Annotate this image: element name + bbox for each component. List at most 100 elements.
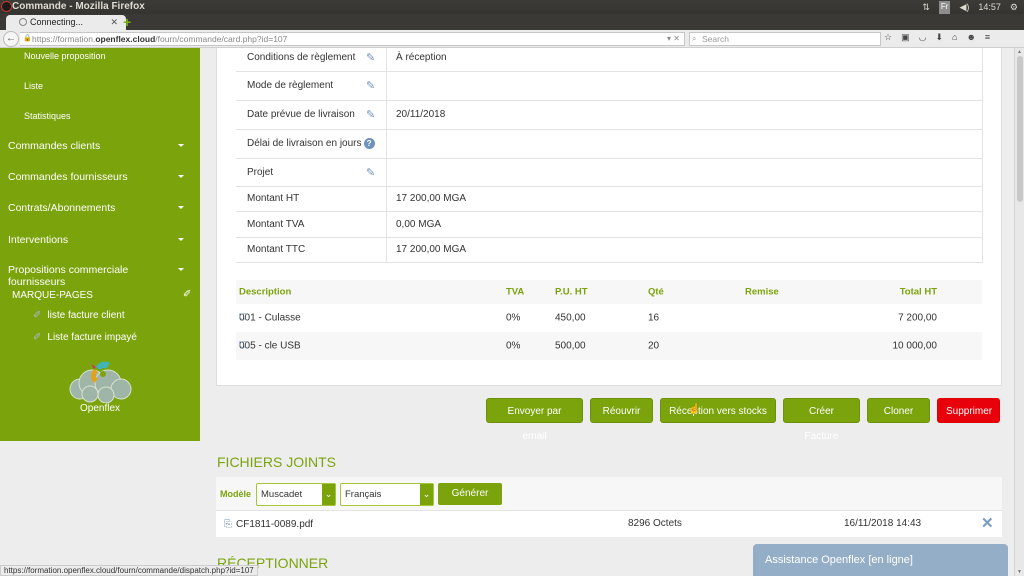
field-label: Délai de livraison en jours?	[247, 138, 375, 149]
product-label: 005 - cle USB	[239, 340, 301, 352]
field-row: Mode de règlement ✎	[236, 72, 982, 101]
bookmark-star-icon[interactable]: ☆	[884, 32, 892, 43]
product-icon: ⛉	[239, 340, 247, 352]
scrollbar-thumb[interactable]	[1017, 56, 1023, 202]
help-icon[interactable]: ?	[363, 138, 375, 149]
bookmark-item[interactable]: ✐ liste facture client	[33, 310, 125, 321]
bookmark-icon: ✐	[33, 310, 42, 321]
cell-description[interactable]: ⛉ 001 - Culasse	[239, 313, 301, 324]
keyboard-layout-indicator[interactable]: Fr	[938, 1, 951, 14]
toolbar-icons: ☆ ▣ ◡ ⬇ ⌂ ☻ ≡	[884, 32, 990, 43]
file-link[interactable]: ⎘ CF1811-0089.pdf	[224, 519, 313, 530]
col-pu-ht: P.U. HT	[555, 286, 588, 298]
mouse-cursor-icon: ☝	[688, 404, 701, 415]
clone-button[interactable]: Cloner	[867, 398, 930, 423]
bookmark-item[interactable]: ✐ Liste facture impayé	[33, 332, 137, 343]
network-icon[interactable]: ⇅	[922, 0, 930, 14]
cell-pu-ht: 450,00	[555, 312, 586, 324]
cell-description[interactable]: ⛉ 005 - cle USB	[239, 341, 301, 352]
url-bar[interactable]: 🔒 https://formation.openflex.cloud/fourn…	[20, 32, 685, 46]
sidebar-menu-commandes-fournisseurs[interactable]: Commandes fournisseurs	[8, 171, 188, 183]
status-bar-url: https://formation.openflex.cloud/fourn/c…	[0, 565, 258, 576]
cell-qte: 20	[648, 340, 660, 352]
url-dropdown-icon[interactable]: ▾ ✕	[667, 33, 680, 45]
send-email-button[interactable]: Envoyer par email	[486, 398, 583, 442]
field-value: 0,00 MGA	[396, 219, 442, 230]
sidebar-menu-commandes-clients[interactable]: Commandes clients	[8, 140, 188, 152]
field-value: 20/11/2018	[396, 109, 446, 120]
field-row: Date prévue de livraison ✎ 20/11/2018	[236, 101, 982, 130]
search-input[interactable]: ⌕ Search	[689, 32, 881, 46]
edit-pencil-icon[interactable]: ✎	[366, 79, 375, 92]
field-label: Projet	[247, 167, 274, 178]
power-icon[interactable]: ⚙	[1010, 0, 1018, 14]
sidebar-menu-propositions-fournisseurs[interactable]: Propositions commerciale fournisseurs	[8, 264, 188, 288]
field-row: Montant TTC 17 200,00 MGA	[236, 238, 982, 263]
field-row: Montant TVA 0,00 MGA	[236, 212, 982, 238]
download-icon[interactable]: ⬇	[935, 32, 943, 43]
search-icon: ⌕	[692, 34, 697, 43]
col-qte: Qté	[648, 286, 664, 298]
browser-tab[interactable]: Connecting... ✕	[6, 15, 126, 30]
menu-icon[interactable]: ≡	[985, 32, 990, 43]
chat-assistance-widget[interactable]: Assistance Openflex [en ligne]	[753, 544, 1008, 576]
sidebar-item-liste[interactable]: Liste	[24, 81, 43, 91]
order-card: Conditions de règlement ✎ À réception Mode…	[216, 48, 1002, 386]
edit-pencil-icon[interactable]: ✎	[366, 108, 375, 121]
window-title: Commande - Mozilla Firefox	[12, 1, 145, 12]
bookmark-icon[interactable]: ✐	[183, 289, 191, 300]
create-invoice-button[interactable]: Créer Facture	[783, 398, 860, 442]
file-date: 16/11/2018 14:43	[844, 518, 922, 529]
order-lines-table: Description TVA P.U. HT Qté Remise Total…	[236, 280, 982, 360]
menu-label: Commandes fournisseurs	[8, 171, 128, 183]
generate-button[interactable]: Générer	[438, 483, 502, 505]
receive-stock-button[interactable]: Réception vers stocks	[660, 398, 776, 423]
language-select[interactable]: Français ⌄	[340, 483, 434, 506]
action-buttons: Envoyer par email Réouvrir Réception ver…	[486, 398, 1000, 442]
edit-pencil-icon[interactable]: ✎	[366, 166, 375, 179]
search-placeholder: Search	[702, 34, 729, 44]
attachments-title: FICHIERS JOINTS	[217, 454, 337, 470]
edit-pencil-icon[interactable]: ✎	[366, 51, 375, 64]
loading-spinner-icon	[19, 18, 27, 26]
chevron-down-icon	[178, 175, 184, 178]
delete-file-icon[interactable]: ✕	[981, 514, 994, 532]
sidebar-item-statistiques[interactable]: Statistiques	[24, 111, 71, 121]
chevron-down-icon	[178, 268, 184, 271]
delete-button[interactable]: Supprimer	[937, 398, 1000, 423]
field-row: Projet ✎	[236, 159, 982, 187]
table-row[interactable]: ⛉ 005 - cle USB 0% 500,00 20 10 000,00	[236, 332, 982, 360]
firefox-logo-icon	[1, 1, 12, 12]
pocket-icon[interactable]: ◡	[919, 32, 927, 43]
home-icon[interactable]: ⌂	[952, 32, 957, 43]
sidebar-menu-interventions[interactable]: Interventions	[8, 234, 188, 246]
field-value: À réception	[396, 52, 447, 63]
url-prefix: https://formation.	[32, 34, 96, 44]
model-label: Modèle	[220, 489, 252, 499]
bookmarks-title: MARQUE-PAGES	[12, 290, 93, 301]
close-tab-icon[interactable]: ✕	[110, 15, 118, 30]
sidebar-item-nouvelle-proposition[interactable]: Nouvelle proposition	[24, 51, 106, 61]
chat-icon[interactable]: ☻	[966, 32, 975, 43]
clipboard-icon[interactable]: ▣	[901, 32, 910, 43]
sidebar-menu-contrats[interactable]: Contrats/Abonnements	[8, 202, 188, 214]
col-tva: TVA	[506, 286, 525, 298]
clock[interactable]: 14:57	[978, 0, 1001, 14]
back-button[interactable]: ←	[3, 31, 19, 47]
model-select[interactable]: Muscadet ⌄	[256, 483, 336, 506]
scroll-up-icon[interactable]: ▲	[1017, 49, 1022, 55]
field-label: Montant TVA	[247, 219, 305, 230]
scroll-down-icon[interactable]: ▼	[1017, 569, 1022, 575]
new-tab-button[interactable]: +	[123, 15, 131, 29]
field-row: Montant HT 17 200,00 MGA	[236, 187, 982, 212]
field-label: Date prévue de livraison	[247, 109, 355, 120]
table-row[interactable]: ⛉ 001 - Culasse 0% 450,00 16 7 200,00	[236, 304, 982, 332]
tab-label: Connecting...	[30, 17, 84, 27]
file-size: 8296 Octets	[628, 518, 682, 529]
reopen-button[interactable]: Réouvrir	[590, 398, 653, 423]
col-description: Description	[239, 286, 292, 298]
file-row: ⎘ CF1811-0089.pdf 8296 Octets 16/11/2018 …	[216, 511, 1002, 538]
product-label: 001 - Culasse	[239, 312, 301, 324]
volume-icon[interactable]: ◀)	[959, 0, 969, 14]
page-scrollbar[interactable]: ▲ ▼	[1014, 48, 1024, 576]
